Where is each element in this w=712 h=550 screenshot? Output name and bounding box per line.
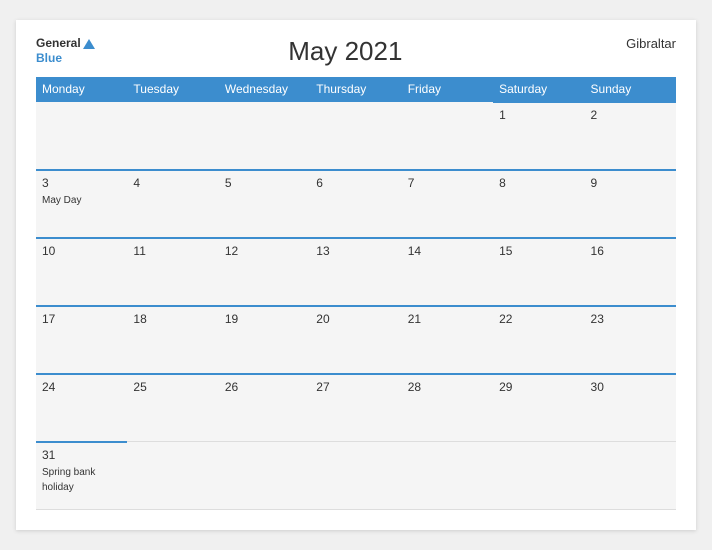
- day-number: 25: [133, 380, 212, 394]
- calendar-cell: [310, 102, 401, 170]
- weekday-header-row: Monday Tuesday Wednesday Thursday Friday…: [36, 77, 676, 102]
- calendar-row-5: 31 Spring bank holiday: [36, 442, 676, 510]
- calendar-cell: 17: [36, 306, 127, 374]
- calendar-cell: 1: [493, 102, 584, 170]
- calendar-cell: [402, 102, 493, 170]
- calendar-cell: [219, 442, 310, 510]
- calendar-cell: 24: [36, 374, 127, 442]
- calendar-cell: 2: [585, 102, 676, 170]
- day-number: 14: [408, 244, 487, 258]
- calendar-title: May 2021: [95, 36, 596, 67]
- calendar-cell: 6: [310, 170, 401, 238]
- header-thursday: Thursday: [310, 77, 401, 102]
- calendar-cell: 12: [219, 238, 310, 306]
- day-number: 6: [316, 176, 395, 190]
- day-number: 24: [42, 380, 121, 394]
- calendar-cell: 29: [493, 374, 584, 442]
- calendar-cell: [127, 102, 218, 170]
- calendar-row-4: 24 25 26 27 28 29 30: [36, 374, 676, 442]
- day-event: Spring bank holiday: [42, 467, 95, 493]
- calendar-row-1: 3 May Day 456789: [36, 170, 676, 238]
- header-monday: Monday: [36, 77, 127, 102]
- region-label: Gibraltar: [596, 36, 676, 51]
- header-sunday: Sunday: [585, 77, 676, 102]
- day-number: 2: [591, 108, 670, 122]
- day-number: 5: [225, 176, 304, 190]
- calendar-cell: [493, 442, 584, 510]
- day-number: 21: [408, 312, 487, 326]
- calendar-cell: [585, 442, 676, 510]
- calendar-cell: [402, 442, 493, 510]
- header-saturday: Saturday: [493, 77, 584, 102]
- calendar-cell: 28: [402, 374, 493, 442]
- calendar-cell: 18: [127, 306, 218, 374]
- calendar-cell: 31 Spring bank holiday: [36, 442, 127, 510]
- calendar-grid: Monday Tuesday Wednesday Thursday Friday…: [36, 77, 676, 511]
- calendar-cell: 5: [219, 170, 310, 238]
- calendar-cell: 4: [127, 170, 218, 238]
- day-number: 7: [408, 176, 487, 190]
- logo-blue-text: Blue: [36, 51, 62, 65]
- calendar-cell: 8: [493, 170, 584, 238]
- day-number: 9: [591, 176, 670, 190]
- calendar-row-0: 12: [36, 102, 676, 170]
- calendar-cell: 19: [219, 306, 310, 374]
- day-number: 12: [225, 244, 304, 258]
- day-number: 29: [499, 380, 578, 394]
- calendar-container: General Blue May 2021 Gibraltar Monday T…: [16, 20, 696, 531]
- day-number: 31: [42, 448, 121, 462]
- day-number: 28: [408, 380, 487, 394]
- calendar-cell: 10: [36, 238, 127, 306]
- calendar-cell: 26: [219, 374, 310, 442]
- calendar-cell: [36, 102, 127, 170]
- day-number: 30: [591, 380, 670, 394]
- logo: General Blue: [36, 36, 95, 66]
- calendar-cell: 11: [127, 238, 218, 306]
- calendar-cell: 14: [402, 238, 493, 306]
- day-number: 1: [499, 108, 578, 122]
- calendar-row-3: 17 18 19 20 21 22 23: [36, 306, 676, 374]
- header-wednesday: Wednesday: [219, 77, 310, 102]
- day-number: 18: [133, 312, 212, 326]
- logo-general-text: General: [36, 36, 81, 50]
- day-number: 11: [133, 244, 212, 258]
- calendar-cell: 13: [310, 238, 401, 306]
- day-event: May Day: [42, 195, 81, 206]
- day-number: 19: [225, 312, 304, 326]
- day-number: 10: [42, 244, 121, 258]
- day-number: 23: [591, 312, 670, 326]
- day-number: 17: [42, 312, 121, 326]
- day-number: 16: [591, 244, 670, 258]
- logo-triangle-icon: [83, 39, 95, 49]
- calendar-cell: [310, 442, 401, 510]
- calendar-cell: 20: [310, 306, 401, 374]
- day-number: 22: [499, 312, 578, 326]
- day-number: 15: [499, 244, 578, 258]
- header-friday: Friday: [402, 77, 493, 102]
- calendar-cell: 25: [127, 374, 218, 442]
- day-number: 20: [316, 312, 395, 326]
- calendar-cell: 21: [402, 306, 493, 374]
- day-number: 13: [316, 244, 395, 258]
- calendar-cell: 9: [585, 170, 676, 238]
- calendar-row-2: 10 11 12 13 14 15 16: [36, 238, 676, 306]
- calendar-cell: [127, 442, 218, 510]
- calendar-cell: 22: [493, 306, 584, 374]
- calendar-cell: 3 May Day: [36, 170, 127, 238]
- day-number: 8: [499, 176, 578, 190]
- calendar-cell: 15: [493, 238, 584, 306]
- day-number: 3: [42, 176, 121, 190]
- calendar-cell: 16: [585, 238, 676, 306]
- calendar-cell: 23: [585, 306, 676, 374]
- calendar-header: General Blue May 2021 Gibraltar: [36, 36, 676, 67]
- day-number: 27: [316, 380, 395, 394]
- header-tuesday: Tuesday: [127, 77, 218, 102]
- day-number: 4: [133, 176, 212, 190]
- calendar-cell: 27: [310, 374, 401, 442]
- calendar-cell: [219, 102, 310, 170]
- calendar-cell: 7: [402, 170, 493, 238]
- day-number: 26: [225, 380, 304, 394]
- calendar-cell: 30: [585, 374, 676, 442]
